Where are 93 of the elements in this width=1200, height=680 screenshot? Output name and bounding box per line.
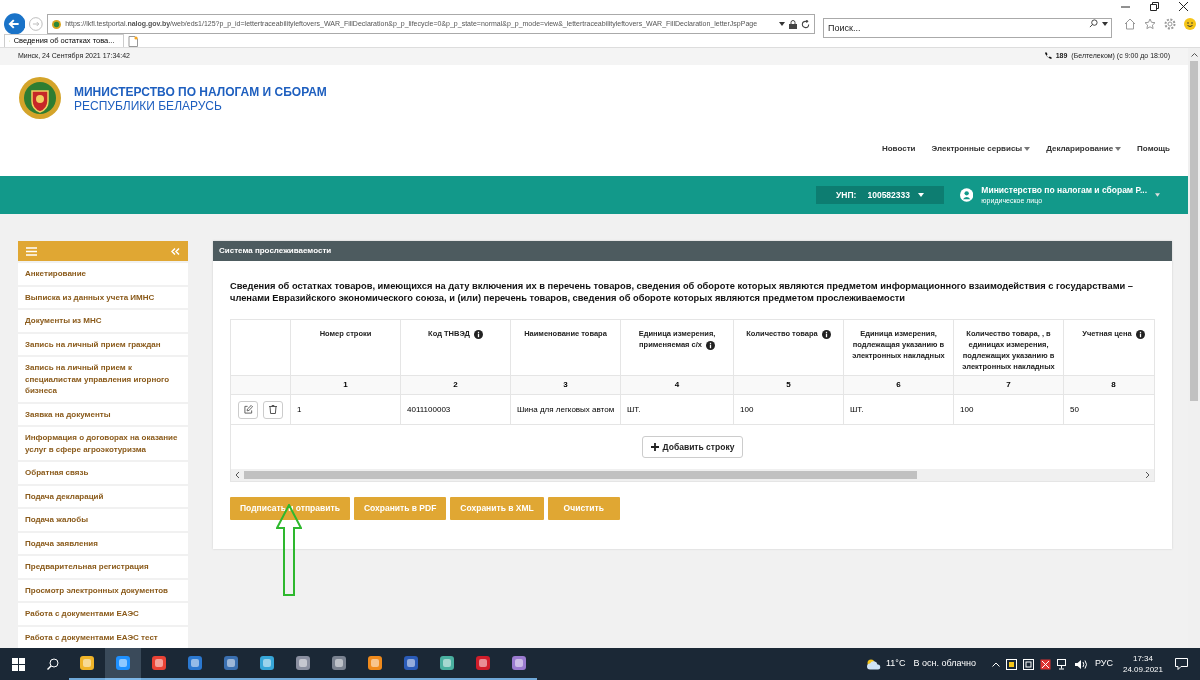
sidebar-item[interactable]: Обратная связь	[18, 462, 188, 484]
sidebar-item[interactable]: Работа с документами ЕАЭС	[18, 603, 188, 625]
clock-time[interactable]: 17:34	[1132, 653, 1153, 664]
notifications-icon[interactable]	[1175, 658, 1188, 670]
caret-icon	[1155, 193, 1160, 198]
close-icon[interactable]	[1179, 2, 1188, 11]
add-row-button[interactable]: Добавить строку	[641, 436, 744, 458]
table-cell: ШТ.	[844, 395, 954, 424]
settings-icon[interactable]	[1164, 18, 1176, 30]
table-cell: 100	[734, 395, 844, 424]
tray-icon[interactable]	[1039, 658, 1051, 670]
column-number: 4	[621, 376, 734, 394]
sidebar-item[interactable]: Документы из МНС	[18, 310, 188, 332]
home-icon[interactable]	[1124, 18, 1136, 30]
caret-icon	[1115, 146, 1122, 151]
lock-icon	[788, 19, 797, 29]
nav-link[interactable]: Декларирование	[1046, 142, 1122, 155]
refresh-icon[interactable]	[800, 19, 810, 29]
info-icon	[705, 340, 715, 350]
tray-icon[interactable]	[1022, 658, 1034, 670]
network-icon[interactable]	[1056, 658, 1069, 670]
chevron-up-icon[interactable]	[991, 661, 1000, 667]
table-cell: 1	[291, 395, 401, 424]
edit-icon	[243, 405, 253, 414]
info-icon	[473, 329, 483, 339]
clock-date[interactable]: 24.09.2021	[1122, 664, 1163, 675]
sidebar-item[interactable]: Работа с документами ЕАЭС тест	[18, 626, 188, 648]
caret-icon	[918, 193, 924, 198]
column-number: 3	[511, 376, 621, 394]
sidebar-item[interactable]: Информация о договорах на оказание услуг в сфере агроэкотуризма	[18, 427, 188, 460]
table-cell: 4011100003	[401, 395, 511, 424]
column-number: 2	[401, 376, 511, 394]
search-icon[interactable]	[47, 658, 59, 670]
horizontal-scrollbar[interactable]	[231, 469, 1154, 481]
table-cell: Шина для легковых автом	[511, 395, 621, 424]
org-name: РЕСПУБЛИКИ БЕЛАРУСЬ	[74, 98, 223, 113]
column-number: 1	[291, 376, 401, 394]
edit-button[interactable]	[238, 400, 258, 419]
plus-icon	[650, 443, 659, 451]
start-icon[interactable]	[12, 657, 25, 671]
table-cell: 50	[1064, 395, 1154, 424]
caret-icon	[1024, 146, 1031, 151]
sidebar-item[interactable]: Запись на личный прием граждан	[18, 333, 188, 355]
cloud-icon	[866, 658, 882, 670]
new-tab-icon[interactable]	[128, 36, 138, 47]
info-icon	[1135, 329, 1145, 339]
nav-link[interactable]: Электронные сервисы	[931, 142, 1031, 155]
column-number: 7	[954, 376, 1064, 394]
column-number: 6	[844, 376, 954, 394]
sidebar-item[interactable]: Запись на личный прием к специалистам управления игорного бизнеса	[18, 357, 188, 402]
delete-button[interactable]	[263, 400, 283, 419]
scroll-up-icon[interactable]	[1190, 52, 1198, 57]
sidebar-item[interactable]: Подача деклараций	[18, 485, 188, 507]
table-cell: 100	[954, 395, 1064, 424]
org-name: МИНИСТЕРСТВО ПО НАЛОГАМ И СБОРАМ	[74, 84, 327, 99]
restore-icon[interactable]	[1150, 2, 1159, 11]
site-icon	[52, 19, 62, 29]
star-icon[interactable]	[1144, 18, 1156, 30]
column-number: 8	[1064, 376, 1154, 394]
page-scrollbar[interactable]	[1188, 48, 1200, 648]
sidebar-item[interactable]: Заявка на документы	[18, 403, 188, 425]
weather-temperature: 11°C	[886, 657, 906, 671]
sidebar-item[interactable]: Выписка из данных учета ИМНС	[18, 286, 188, 308]
panel-header: Система прослеживаемости	[213, 241, 1172, 261]
unp-selector[interactable]: УНП: 100582333	[816, 186, 944, 205]
user-icon	[960, 187, 974, 204]
taskbar-app-icon[interactable]	[105, 648, 141, 680]
scroll-right-icon[interactable]	[1145, 472, 1150, 478]
speaker-icon[interactable]	[1074, 658, 1087, 670]
phone-icon	[1043, 52, 1052, 61]
sidebar-item[interactable]: Подача заявления	[18, 532, 188, 554]
smiley-icon[interactable]	[1184, 18, 1196, 30]
scroll-left-icon[interactable]	[235, 472, 240, 478]
caret-icon	[1102, 21, 1108, 26]
nav-link[interactable]: Помощь	[1137, 142, 1170, 155]
sidebar-item[interactable]: Подача жалобы	[18, 509, 188, 531]
caret-icon	[778, 22, 785, 26]
column-number: 5	[734, 376, 844, 394]
sidebar-item[interactable]: Просмотр электронных документов	[18, 579, 188, 601]
table-cell: ШТ.	[621, 395, 734, 424]
sidebar-item[interactable]: Анкетирование	[18, 263, 188, 285]
language-indicator[interactable]: РУС	[1094, 657, 1113, 671]
emblem-logo	[18, 74, 62, 121]
tray-icon[interactable]	[1005, 658, 1017, 670]
sidebar-item[interactable]: Предварительная регистрация	[18, 556, 188, 578]
trash-icon	[269, 405, 277, 414]
search-field[interactable]: Поиск...	[822, 18, 1112, 38]
info-icon	[821, 329, 831, 339]
nav-link[interactable]: Новости	[881, 142, 916, 155]
back-icon[interactable]	[4, 13, 26, 35]
search-icon[interactable]	[1089, 19, 1098, 28]
weather-text: В осн. облачно	[913, 657, 976, 671]
panel-heading: Сведения об остатках товаров, имеющихся на дату включения их в перечень товаров, сведения об обороте которых являются предметом информационного взаимодействия с государствами – членами Евразийского экономического союза, и (или) перечень товаров, сведения об обороте которых являются предметом прослеживаемости	[229, 280, 1134, 304]
